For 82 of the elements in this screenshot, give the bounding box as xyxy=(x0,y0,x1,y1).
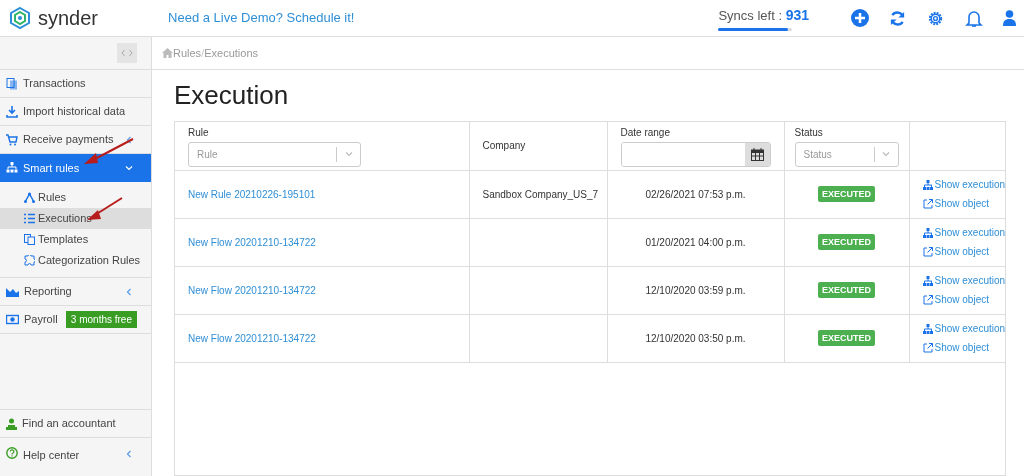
sidebar-item[interactable]: Payroll 3 months free xyxy=(0,306,151,334)
table-cell: 01/20/2021 04:00 p.m. xyxy=(645,236,746,248)
download-icon xyxy=(6,105,18,118)
copy-icon xyxy=(24,234,35,245)
status-badge: EXECUTED xyxy=(818,234,875,251)
hierarchy-icon xyxy=(922,227,933,238)
chevrons-icon xyxy=(121,49,133,57)
rule-link[interactable]: New Rule 20210226-195101 xyxy=(188,188,316,200)
external-link-icon xyxy=(922,294,933,305)
sidebar-item[interactable]: Find an accountant xyxy=(0,410,151,438)
hierarchy-icon xyxy=(922,323,933,334)
syncs-left-counter: Syncs left : 931 xyxy=(718,8,809,23)
list-icon xyxy=(24,213,35,224)
filter-label: Status xyxy=(794,125,824,140)
external-link-icon xyxy=(922,246,933,257)
sidebar-subitem[interactable]: Categorization Rules xyxy=(0,250,151,271)
filter-label: Rule xyxy=(188,125,210,140)
money-icon xyxy=(6,314,19,325)
hierarchy-icon xyxy=(922,179,933,190)
date-range-field[interactable] xyxy=(620,141,771,167)
nodes-icon xyxy=(24,192,35,203)
rule-link[interactable]: New Flow 20201210-134722 xyxy=(188,284,316,296)
sidebar-item[interactable]: Reporting xyxy=(0,278,151,306)
chevron-down-icon xyxy=(344,150,353,159)
breadcrumb-separator: / xyxy=(201,46,205,59)
filter-label: Date range xyxy=(620,125,671,140)
sidebar-subitem[interactable]: Executions xyxy=(0,208,151,229)
area-chart-icon xyxy=(6,286,19,297)
logo-text: synder xyxy=(38,6,99,31)
column-header: Company xyxy=(482,140,526,152)
hierarchy-icon xyxy=(922,275,933,286)
rule-link[interactable]: New Flow 20201210-134722 xyxy=(188,332,316,344)
user-icon[interactable] xyxy=(1003,10,1016,26)
show-object-link[interactable]: Show object xyxy=(922,244,1004,260)
show-execution-link[interactable]: Show execution xyxy=(922,225,1004,241)
add-icon[interactable] xyxy=(851,9,869,27)
status-badge: EXECUTED xyxy=(818,186,875,203)
table-cell: 12/10/2020 03:59 p.m. xyxy=(645,284,746,296)
status-badge: EXECUTED xyxy=(818,282,875,299)
documents-icon xyxy=(6,77,18,90)
notifications-icon[interactable] xyxy=(965,8,983,28)
show-execution-link[interactable]: Show execution xyxy=(922,273,1004,289)
calendar-icon xyxy=(750,147,764,161)
sidebar-item[interactable]: Help center xyxy=(0,438,151,476)
external-link-icon xyxy=(922,342,933,353)
show-execution-link[interactable]: Show execution xyxy=(922,321,1004,337)
status-badge: EXECUTED xyxy=(818,330,875,347)
table-cell: 02/26/2021 07:53 p.m. xyxy=(645,188,746,200)
chevron-left-icon xyxy=(125,287,133,296)
rule-link[interactable]: New Flow 20201210-134722 xyxy=(188,236,316,248)
show-object-link[interactable]: Show object xyxy=(922,292,1004,308)
sidebar-item[interactable]: Transactions xyxy=(0,70,151,98)
sidebar-subitem[interactable]: Templates xyxy=(0,229,151,250)
filter-select[interactable]: Rule xyxy=(188,141,361,167)
cart-icon xyxy=(6,133,18,146)
chevron-left-icon xyxy=(125,450,133,458)
refresh-icon[interactable] xyxy=(889,9,906,27)
sidebar-item[interactable]: Smart rules xyxy=(0,154,151,182)
puzzle-icon xyxy=(24,255,35,266)
filter-select[interactable]: Status xyxy=(794,141,899,167)
sidebar-subitem[interactable]: Rules xyxy=(0,187,151,208)
hierarchy-icon xyxy=(6,162,18,174)
chevron-left-icon xyxy=(125,135,133,144)
sidebar-item[interactable]: Import historical data xyxy=(0,98,151,126)
chevron-down-icon xyxy=(882,150,890,159)
chevron-down-icon xyxy=(125,164,133,172)
home-icon xyxy=(162,48,173,58)
logo-icon xyxy=(8,6,32,30)
help-icon xyxy=(6,447,18,459)
breadcrumb-link[interactable]: Rules xyxy=(173,46,202,59)
promo-badge: 3 months free xyxy=(65,311,137,328)
show-object-link[interactable]: Show object xyxy=(922,196,1004,212)
demo-link[interactable]: Need a Live Demo? Schedule it! xyxy=(168,8,355,28)
breadcrumb-current: Executions xyxy=(204,46,258,59)
external-link-icon xyxy=(922,198,933,209)
table-cell: Sandbox Company_US_7 xyxy=(482,188,599,200)
page-title: Execution xyxy=(174,80,290,112)
show-execution-link[interactable]: Show execution xyxy=(922,177,1004,193)
show-object-link[interactable]: Show object xyxy=(922,340,1004,356)
calendar-button[interactable] xyxy=(744,142,770,166)
table-cell: 12/10/2020 03:50 p.m. xyxy=(645,332,746,344)
person-pin-icon xyxy=(6,417,17,430)
